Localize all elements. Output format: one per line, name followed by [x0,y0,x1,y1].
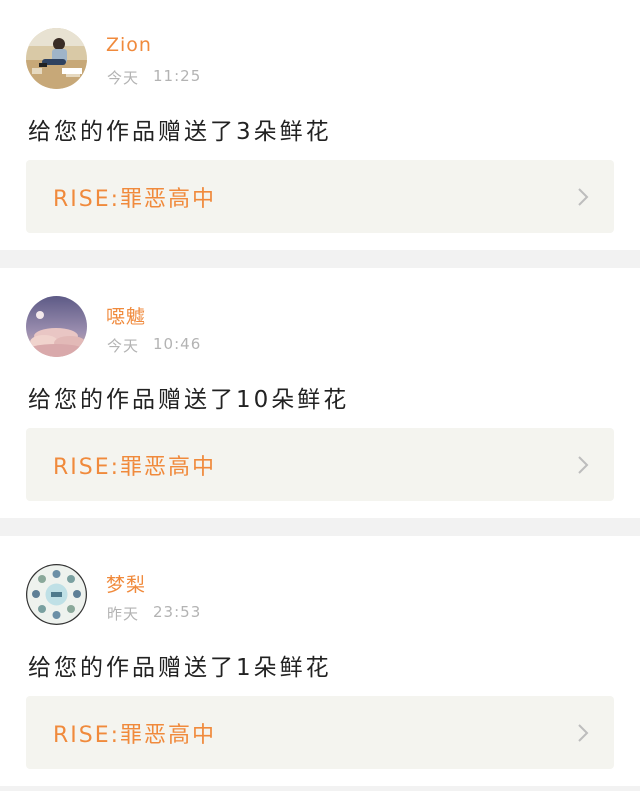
timestamp-time: 11:25 [153,67,202,85]
timestamp-day: 今天 [107,69,140,87]
work-title: RISE:罪恶高中 [53,454,217,480]
gift-notification-feed: Zion 今天 11:25 给您的作品赠送了3朵鲜花 RISE:罪恶高中 噁魖 … [0,0,640,786]
timestamp: 昨天 23:53 [107,603,201,624]
gift-message: 给您的作品赠送了3朵鲜花 [28,119,332,145]
username[interactable]: 梦梨 [106,570,146,597]
timestamp: 今天 10:46 [107,335,201,356]
work-link-row[interactable]: RISE:罪恶高中 [26,160,614,233]
user-avatar[interactable] [26,296,87,357]
chevron-right-icon [576,454,590,476]
photo-avatar-sky-icon [26,296,87,357]
chevron-right-icon [576,722,590,744]
work-title: RISE:罪恶高中 [53,186,217,212]
gift-message: 给您的作品赠送了1朵鲜花 [28,655,332,681]
user-avatar[interactable] [26,564,87,625]
work-title: RISE:罪恶高中 [53,722,217,748]
photo-avatar-group-icon [26,564,87,625]
timestamp: 今天 11:25 [107,67,201,88]
timestamp-day: 昨天 [107,605,140,623]
gift-message: 给您的作品赠送了10朵鲜花 [28,387,350,413]
gift-notification-card: 梦梨 昨天 23:53 给您的作品赠送了1朵鲜花 RISE:罪恶高中 [0,536,640,786]
timestamp-day: 今天 [107,337,140,355]
username[interactable]: 噁魖 [106,302,146,329]
user-avatar[interactable] [26,28,87,89]
timestamp-time: 10:46 [153,335,202,353]
gift-notification-card: 噁魖 今天 10:46 给您的作品赠送了10朵鲜花 RISE:罪恶高中 [0,268,640,518]
username[interactable]: Zion [106,34,152,56]
work-link-row[interactable]: RISE:罪恶高中 [26,696,614,769]
photo-avatar-person-icon [26,28,87,89]
gift-notification-card: Zion 今天 11:25 给您的作品赠送了3朵鲜花 RISE:罪恶高中 [0,0,640,250]
work-link-row[interactable]: RISE:罪恶高中 [26,428,614,501]
timestamp-time: 23:53 [153,603,202,621]
chevron-right-icon [576,186,590,208]
